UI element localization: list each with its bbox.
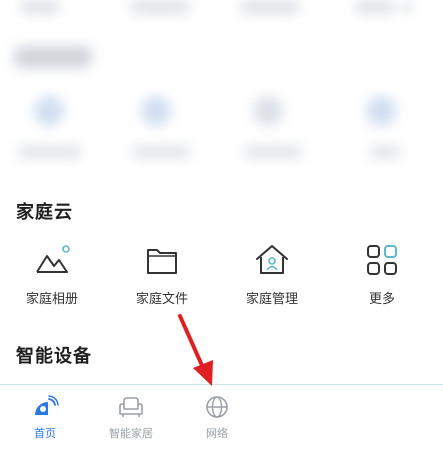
nav-tab-label: 首页 [34, 427, 56, 440]
grid-item-label: 家庭相册 [25, 292, 78, 307]
grid-item-family-album[interactable]: 家庭相册 [2, 240, 102, 312]
bottom-nav: 首页 智能家居 网络 [0, 384, 443, 452]
nav-tab-label: 智能家居 [109, 427, 153, 440]
nav-tab-network[interactable]: 网络 [172, 395, 262, 441]
nav-tab-label: 网络 [206, 427, 228, 440]
more-grid-icon [367, 245, 397, 275]
grid-item-label: 家庭管理 [245, 292, 298, 307]
section-title-family-cloud: 家庭云 [16, 202, 73, 223]
grid-item-family-management[interactable]: 家庭管理 [222, 240, 322, 312]
photo-album-icon [36, 245, 70, 273]
home-satellite-icon [35, 395, 59, 415]
grid-item-family-files[interactable]: 家庭文件 [112, 240, 212, 312]
folder-icon [147, 249, 177, 274]
sofa-icon [119, 397, 143, 417]
blurred-content [0, 0, 443, 178]
app-page: 家庭云 家庭相册 家庭文件 家庭管理 更多 智能设备 首页 智能家居 网络 [0, 0, 443, 452]
nav-tab-home[interactable]: 首页 [0, 395, 90, 441]
nav-tab-smart-home[interactable]: 智能家居 [86, 395, 176, 441]
grid-item-more[interactable]: 更多 [332, 240, 432, 312]
home-manage-icon [256, 245, 288, 274]
section-title-smart-devices: 智能设备 [16, 346, 92, 367]
grid-item-label: 更多 [368, 292, 395, 307]
grid-item-label: 家庭文件 [135, 292, 188, 307]
family-cloud-grid: 家庭相册 家庭文件 家庭管理 更多 [0, 240, 443, 312]
globe-icon [206, 396, 228, 418]
